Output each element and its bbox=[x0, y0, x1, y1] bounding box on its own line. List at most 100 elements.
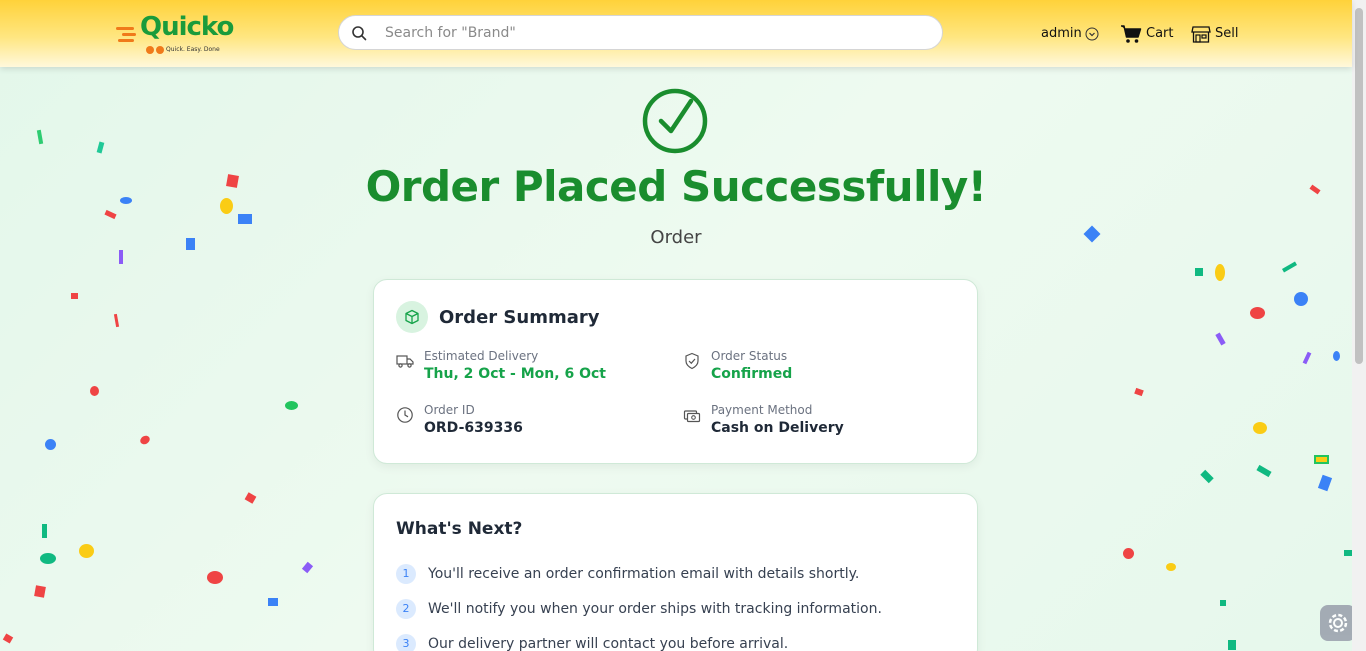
confetti bbox=[2, 633, 14, 644]
clock-icon bbox=[397, 407, 413, 423]
search-input[interactable] bbox=[385, 24, 905, 41]
order-status-value: Confirmed bbox=[711, 366, 793, 382]
confetti bbox=[301, 561, 314, 574]
confetti bbox=[120, 197, 132, 204]
confetti bbox=[1333, 351, 1340, 361]
confetti bbox=[90, 386, 99, 396]
admin-menu[interactable]: admin bbox=[1041, 0, 1103, 67]
step-number: 3 bbox=[396, 633, 416, 651]
confetti bbox=[1344, 550, 1352, 556]
list-item: 1 You'll receive an order confirmation e… bbox=[396, 556, 882, 591]
confetti bbox=[34, 585, 46, 598]
order-id-value: ORD-639336 bbox=[424, 420, 523, 436]
list-item: 2 We'll notify you when your order ships… bbox=[396, 591, 882, 626]
confetti bbox=[45, 439, 56, 450]
confetti bbox=[1250, 307, 1265, 319]
confetti bbox=[244, 492, 257, 504]
whats-next-card: What's Next? 1 You'll receive an order c… bbox=[373, 493, 978, 651]
confetti bbox=[1200, 469, 1214, 484]
vertical-scrollbar[interactable] bbox=[1352, 0, 1366, 651]
confetti bbox=[238, 214, 252, 224]
logo-brand-text: Quicko bbox=[140, 12, 234, 42]
confetti bbox=[119, 250, 123, 264]
confetti bbox=[36, 129, 44, 145]
top-header: Quicko Quick. Easy. Done admin Cart bbox=[0, 0, 1352, 67]
sell-link[interactable]: Sell bbox=[1191, 0, 1238, 67]
whats-next-title: What's Next? bbox=[396, 519, 523, 539]
check-circle-icon bbox=[642, 88, 708, 154]
confetti bbox=[1215, 332, 1226, 346]
quicko-logo[interactable]: Quicko Quick. Easy. Done bbox=[114, 12, 244, 56]
cart-icon bbox=[1121, 24, 1142, 43]
payment-icon bbox=[683, 410, 701, 423]
cart-label: Cart bbox=[1146, 26, 1174, 41]
estimated-delivery-field: Estimated Delivery Thu, 2 Oct - Mon, 6 O… bbox=[396, 349, 606, 382]
order-summary-card: Order Summary Estimated Delivery Thu, 2 … bbox=[373, 279, 978, 464]
step-text: We'll notify you when your order ships w… bbox=[428, 600, 882, 617]
confetti bbox=[1220, 600, 1226, 606]
order-status-field: Order Status Confirmed bbox=[683, 349, 792, 382]
confetti bbox=[1302, 351, 1312, 365]
confetti bbox=[1228, 640, 1236, 650]
confetti bbox=[226, 174, 239, 188]
store-icon bbox=[1191, 25, 1211, 43]
confetti bbox=[1314, 455, 1329, 464]
step-number: 2 bbox=[396, 598, 416, 619]
order-status-label: Order Status bbox=[711, 349, 788, 363]
confetti bbox=[1253, 422, 1267, 434]
confetti bbox=[220, 198, 233, 214]
order-id-label: Order ID bbox=[424, 403, 475, 417]
confetti bbox=[104, 209, 117, 220]
step-text: Our delivery partner will contact you be… bbox=[428, 635, 789, 651]
confetti bbox=[1215, 264, 1225, 281]
sell-label: Sell bbox=[1215, 26, 1239, 41]
confetti bbox=[1256, 464, 1272, 478]
confetti bbox=[40, 553, 56, 564]
next-steps-list: 1 You'll receive an order confirmation e… bbox=[396, 556, 882, 651]
estimated-delivery-value: Thu, 2 Oct - Mon, 6 Oct bbox=[424, 366, 606, 382]
confetti bbox=[285, 401, 298, 410]
confetti bbox=[268, 598, 278, 606]
settings-button[interactable] bbox=[1320, 605, 1356, 641]
scrollbar-thumb[interactable] bbox=[1355, 8, 1363, 364]
admin-label: admin bbox=[1041, 26, 1082, 41]
settings-icon bbox=[1328, 613, 1348, 633]
confetti bbox=[96, 141, 105, 154]
confetti bbox=[113, 313, 120, 328]
shield-check-icon bbox=[685, 352, 699, 370]
cart-link[interactable]: Cart bbox=[1120, 0, 1174, 67]
confetti bbox=[1195, 268, 1203, 276]
confetti bbox=[79, 544, 94, 558]
logo-tagline: Quick. Easy. Done bbox=[166, 46, 220, 53]
confetti bbox=[1294, 292, 1308, 306]
confetti bbox=[138, 434, 152, 446]
list-item: 3 Our delivery partner will contact you … bbox=[396, 626, 882, 651]
logo-dot bbox=[146, 46, 154, 54]
order-id-field: Order ID ORD-639336 bbox=[396, 403, 523, 436]
confetti bbox=[1282, 261, 1297, 273]
confetti bbox=[1123, 548, 1134, 559]
payment-method-label: Payment Method bbox=[711, 403, 813, 417]
payment-method-value: Cash on Delivery bbox=[711, 420, 844, 436]
confetti bbox=[186, 238, 195, 250]
order-summary-header: Order Summary bbox=[396, 301, 599, 333]
estimated-delivery-label: Estimated Delivery bbox=[424, 349, 539, 363]
truck-icon bbox=[396, 355, 414, 368]
page-title: Order Placed Successfully! bbox=[365, 162, 987, 211]
page-subtitle: Order bbox=[650, 227, 702, 248]
package-icon-wrapper bbox=[396, 301, 428, 333]
logo-dot bbox=[156, 46, 164, 54]
confetti bbox=[1134, 387, 1144, 397]
chevron-down-icon bbox=[1085, 27, 1099, 40]
confetti bbox=[71, 293, 78, 299]
confetti bbox=[1317, 474, 1333, 492]
confetti bbox=[42, 524, 47, 538]
order-summary-title: Order Summary bbox=[439, 306, 600, 328]
search-bar[interactable] bbox=[338, 15, 943, 50]
search-icon[interactable] bbox=[351, 25, 367, 41]
package-icon bbox=[405, 309, 419, 325]
payment-method-field: Payment Method Cash on Delivery bbox=[683, 403, 844, 436]
step-text: You'll receive an order confirmation ema… bbox=[428, 565, 860, 582]
confetti bbox=[1166, 563, 1176, 571]
step-number: 1 bbox=[396, 563, 416, 584]
